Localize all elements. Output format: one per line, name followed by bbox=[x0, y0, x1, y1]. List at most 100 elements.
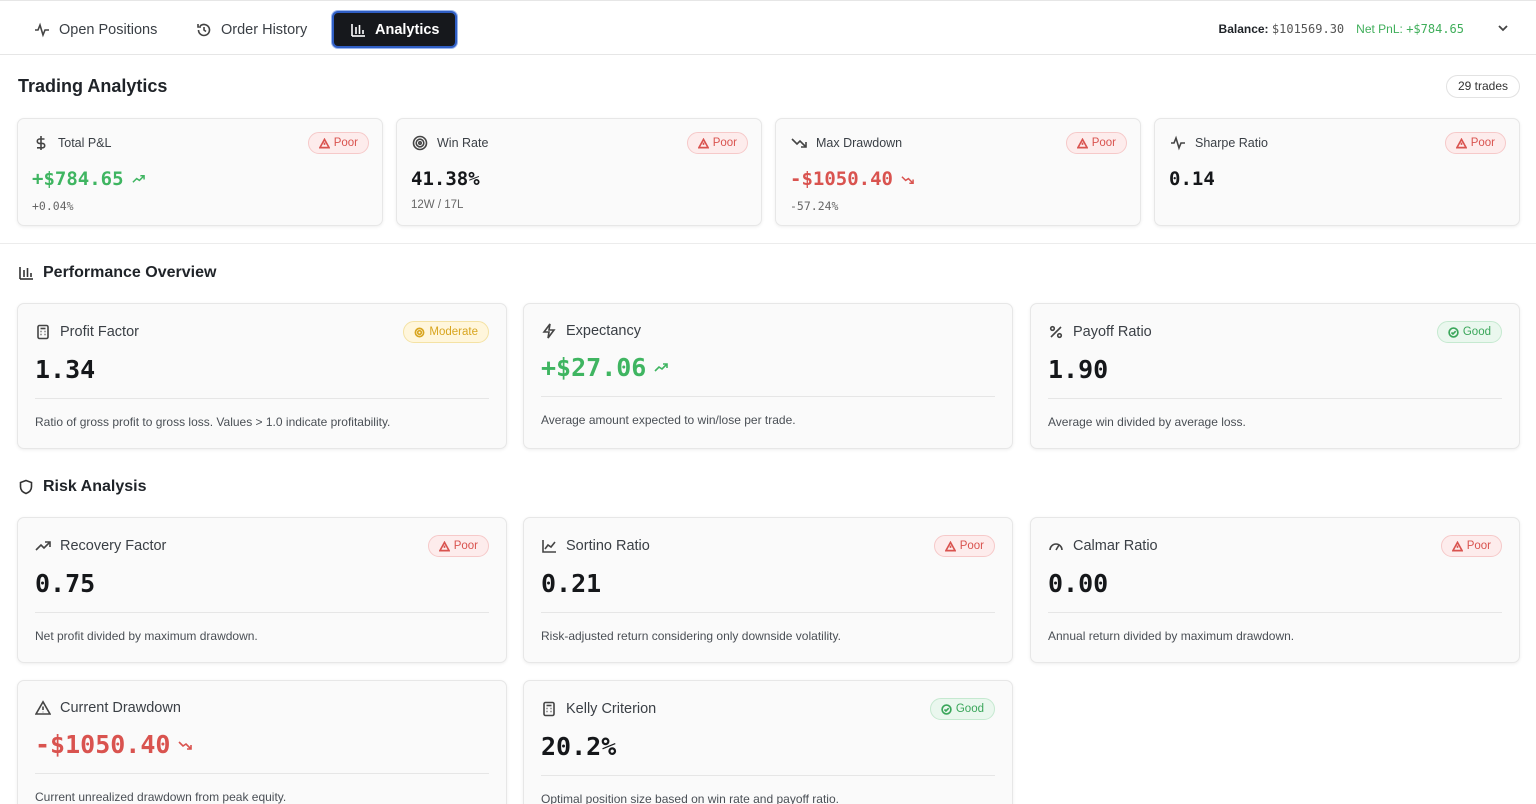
net-pnl-value: +$784.65 bbox=[1406, 22, 1464, 36]
card-title: Expectancy bbox=[566, 323, 641, 339]
trades-count-badge: 29 trades bbox=[1445, 75, 1520, 98]
badge-label: Moderate bbox=[429, 326, 478, 338]
metric-card-current-drawdown: Current Drawdown -$1050.40 Current unrea… bbox=[17, 680, 507, 804]
calculator-icon bbox=[37, 324, 49, 340]
card-title: Recovery Factor bbox=[60, 538, 167, 554]
balance-value: $101569.30 bbox=[1271, 22, 1345, 36]
metric-subvalue: -57.24% bbox=[790, 199, 839, 213]
balance-label: Balance: bbox=[1218, 22, 1269, 36]
page-title: Trading Analytics bbox=[18, 76, 168, 96]
warning-icon bbox=[1451, 540, 1463, 551]
card-title: Sortino Ratio bbox=[566, 538, 650, 554]
badge-label: Good bbox=[955, 703, 984, 715]
trend-down-icon bbox=[901, 175, 914, 184]
check-circle-icon bbox=[941, 703, 952, 715]
bar-chart-icon bbox=[351, 23, 365, 37]
gauge-icon bbox=[1049, 543, 1063, 551]
tab-order-history[interactable]: Order History bbox=[180, 11, 323, 48]
section-title-performance: Performance Overview bbox=[18, 264, 216, 282]
card-title: Kelly Criterion bbox=[566, 701, 657, 717]
lightning-icon bbox=[542, 323, 556, 339]
metric-card-recovery-factor: Recovery Factor Poor 0.75 Net profit div… bbox=[17, 517, 507, 663]
badge-label: Poor bbox=[959, 540, 984, 552]
status-badge: Poor bbox=[1444, 132, 1506, 154]
target-icon bbox=[412, 135, 428, 151]
metric-description: Average win divided by average loss. bbox=[1048, 415, 1246, 429]
top-navigation-bar: Open Positions Order History Analytics B… bbox=[0, 0, 1536, 55]
metric-card-sortino-ratio: Sortino Ratio Poor 0.21 Risk-adjusted re… bbox=[523, 517, 1013, 663]
metric-description: Optimal position size based on win rate … bbox=[541, 792, 839, 804]
metric-value: -$1050.40 bbox=[790, 168, 914, 190]
tab-analytics[interactable]: Analytics bbox=[332, 11, 458, 48]
metric-value: +$784.65 bbox=[32, 168, 145, 190]
card-title: Payoff Ratio bbox=[1073, 324, 1152, 340]
metric-card-payoff-ratio: Payoff Ratio Good 1.90 Average win divid… bbox=[1030, 303, 1520, 449]
check-circle-icon bbox=[1448, 326, 1459, 338]
metric-value: 1.34 bbox=[35, 355, 96, 384]
metric-value-text: +$27.06 bbox=[541, 353, 647, 382]
tab-label: Order History bbox=[221, 21, 308, 38]
card-title: Sharpe Ratio bbox=[1195, 136, 1268, 150]
metric-value: 1.90 bbox=[1048, 355, 1109, 384]
badge-label: Poor bbox=[453, 540, 478, 552]
metric-value-text: +$784.65 bbox=[32, 168, 124, 190]
metric-card-kelly-criterion: Kelly Criterion Good 20.2% Optimal posit… bbox=[523, 680, 1013, 804]
status-badge: Poor bbox=[1440, 535, 1502, 557]
metric-subvalue: +0.04% bbox=[32, 199, 74, 213]
status-badge: Poor bbox=[933, 535, 995, 557]
card-title: Profit Factor bbox=[60, 324, 139, 340]
chevron-down-icon bbox=[1498, 25, 1508, 32]
metric-value: +$27.06 bbox=[541, 353, 669, 382]
calculator-icon bbox=[543, 701, 555, 717]
metric-value: 0.21 bbox=[541, 569, 602, 598]
section-title-risk: Risk Analysis bbox=[18, 478, 146, 496]
trend-down-icon bbox=[791, 138, 807, 148]
badge-label: Poor bbox=[1466, 540, 1491, 552]
activity-icon bbox=[35, 22, 49, 37]
target-icon bbox=[414, 327, 425, 337]
warning-icon bbox=[35, 700, 51, 715]
metric-value: 20.2% bbox=[541, 732, 617, 761]
metric-description: Net profit divided by maximum drawdown. bbox=[35, 629, 258, 643]
metric-value-text: -$1050.40 bbox=[790, 168, 893, 190]
card-divider bbox=[35, 773, 489, 774]
metric-card-calmar-ratio: Calmar Ratio Poor 0.00 Annual return div… bbox=[1030, 517, 1520, 663]
metric-value-text: -$1050.40 bbox=[35, 730, 171, 759]
line-chart-icon bbox=[542, 540, 556, 553]
trend-up-icon bbox=[131, 174, 145, 183]
metric-value: -$1050.40 bbox=[35, 730, 193, 759]
warning-icon bbox=[438, 540, 450, 551]
summary-card-win-rate: Win Rate Poor 41.38% 12W / 17L bbox=[396, 118, 762, 226]
account-dropdown-toggle[interactable] bbox=[1496, 21, 1510, 35]
metric-description: Risk-adjusted return considering only do… bbox=[541, 629, 841, 643]
card-divider bbox=[35, 398, 489, 399]
tab-label: Open Positions bbox=[59, 21, 158, 38]
status-badge: Poor bbox=[686, 132, 748, 154]
status-badge: Good bbox=[1436, 321, 1502, 343]
bar-chart-icon bbox=[19, 267, 33, 280]
metric-description: Ratio of gross profit to gross loss. Val… bbox=[35, 415, 391, 429]
status-badge: Poor bbox=[1065, 132, 1127, 154]
badge-label: Poor bbox=[712, 137, 737, 149]
metric-card-expectancy: Expectancy +$27.06 Average amount expect… bbox=[523, 303, 1013, 449]
tab-open-positions[interactable]: Open Positions bbox=[18, 11, 173, 48]
dollar-icon bbox=[36, 136, 46, 150]
status-badge: Poor bbox=[307, 132, 369, 154]
activity-icon bbox=[1171, 135, 1185, 151]
card-title: Win Rate bbox=[437, 136, 489, 150]
status-badge: Moderate bbox=[403, 321, 489, 343]
percent-icon bbox=[1049, 325, 1063, 339]
section-title-text: Risk Analysis bbox=[43, 478, 147, 495]
tab-label: Analytics bbox=[375, 21, 440, 38]
badge-label: Poor bbox=[333, 137, 358, 149]
card-divider bbox=[541, 775, 995, 776]
metric-description: Annual return divided by maximum drawdow… bbox=[1048, 629, 1295, 643]
metric-subvalue: 12W / 17L bbox=[411, 199, 464, 211]
trend-down-icon bbox=[178, 740, 193, 750]
metric-value: 0.00 bbox=[1048, 569, 1109, 598]
card-divider bbox=[541, 612, 995, 613]
warning-icon bbox=[318, 137, 330, 148]
summary-card-total-pnl: Total P&L Poor +$784.65 +0.04% bbox=[17, 118, 383, 226]
warning-icon bbox=[697, 137, 709, 148]
warning-icon bbox=[1455, 137, 1467, 148]
